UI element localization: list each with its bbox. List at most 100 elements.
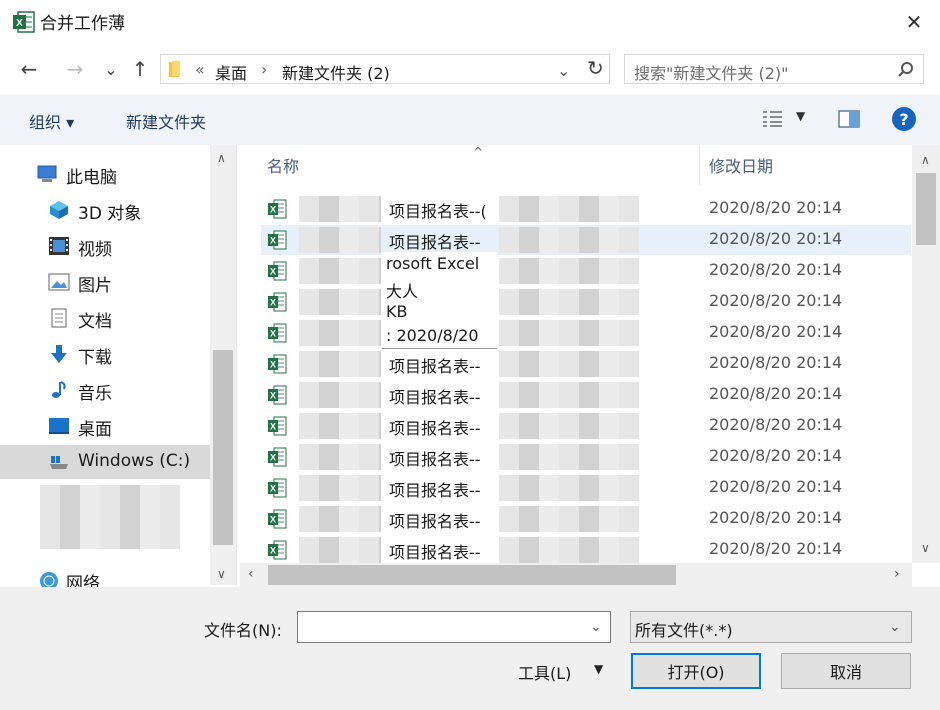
search-icon[interactable] [897, 61, 915, 79]
sidebar-item-label: 文档 [78, 312, 112, 332]
file-modified-date: 2020/8/20 20:14 [709, 322, 843, 341]
scroll-left-icon[interactable]: ‹ [248, 566, 254, 582]
network-icon [40, 572, 58, 587]
file-list-vertical-scrollbar[interactable]: ∧ ∨ [912, 145, 940, 563]
sidebar-item-downloads[interactable]: 下载 [0, 337, 210, 371]
file-row[interactable]: X 项目报名表-- 2020/8/20 20:14 [261, 535, 911, 563]
breadcrumb-separator[interactable]: › [261, 60, 267, 79]
file-modified-date: 2020/8/20 20:14 [709, 446, 843, 465]
scroll-up-icon[interactable]: ∧ [217, 151, 226, 165]
file-row[interactable]: X 项目报名表-- 2020/8/20 20:14 [261, 225, 911, 255]
sidebar-item-3d-objects[interactable]: 3D 对象 [0, 193, 210, 227]
sidebar-item-network[interactable]: 网络 [0, 563, 210, 587]
file-name: 项目报名表--( [389, 202, 487, 221]
chevron-down-icon[interactable]: ⌄ [889, 619, 901, 635]
close-button[interactable]: ✕ [892, 4, 936, 40]
file-type-value: 所有文件(*.*) [635, 621, 733, 640]
scroll-right-icon[interactable]: › [894, 566, 900, 582]
file-modified-date: 2020/8/20 20:14 [709, 198, 843, 217]
column-divider[interactable] [699, 145, 700, 185]
view-dropdown-icon[interactable]: ▼ [796, 109, 805, 123]
svg-text:X: X [270, 391, 276, 401]
scrollbar-thumb[interactable] [213, 350, 233, 545]
back-button[interactable]: ← [14, 54, 44, 84]
file-name: 项目报名表-- [389, 388, 481, 407]
breadcrumb-current-folder[interactable]: 新建文件夹 (2) [282, 60, 390, 84]
sidebar-item-music[interactable]: 音乐 [0, 373, 210, 407]
file-row[interactable]: X 2020/8/20 20:14 [261, 287, 911, 317]
file-row[interactable]: X 项目报名表-- 2020/8/20 20:14 [261, 442, 911, 472]
file-row[interactable]: X 项目报名表-- 2020/8/20 20:14 [261, 349, 911, 379]
column-header-name[interactable]: 名称 [267, 153, 299, 177]
file-row[interactable]: X 项目报名表-- 2020/8/20 20:14 [261, 411, 911, 441]
sidebar-item-desktop[interactable]: 桌面 [0, 409, 210, 443]
file-modified-date: 2020/8/20 20:14 [709, 260, 843, 279]
redacted-name-prefix [299, 196, 381, 222]
sidebar-item-documents[interactable]: 文档 [0, 301, 210, 335]
sidebar-item-windows-c[interactable]: Windows (C:) [0, 445, 210, 479]
file-modified-date: 2020/8/20 20:14 [709, 353, 843, 372]
column-header-modified[interactable]: 修改日期 [709, 153, 773, 177]
excel-file-icon: X [267, 416, 287, 436]
up-arrow-icon: ↑ [131, 57, 149, 81]
help-icon[interactable]: ? [892, 107, 916, 131]
scroll-down-icon[interactable]: ∨ [217, 567, 226, 581]
sidebar-item-pictures[interactable]: 图片 [0, 265, 210, 299]
scrollbar-thumb[interactable] [916, 173, 936, 245]
drive-icon [50, 456, 68, 469]
file-row[interactable]: X 项目报名表-- 2020/8/20 20:14 [261, 473, 911, 503]
search-placeholder[interactable]: 搜索"新建文件夹 (2)" [634, 60, 788, 84]
file-name: 项目报名表-- [389, 481, 481, 500]
view-options-icon[interactable] [762, 110, 784, 128]
redacted-name-suffix [499, 382, 639, 408]
file-type-select[interactable]: 所有文件(*.*) ⌄ [630, 611, 912, 643]
address-history-chevron-icon[interactable]: ⌄ [557, 61, 570, 80]
excel-file-icon: X [267, 292, 287, 312]
redacted-name-suffix [499, 506, 639, 532]
redacted-name-suffix [499, 537, 639, 563]
tools-dropdown-icon[interactable]: ▼ [594, 662, 603, 676]
scroll-up-icon[interactable]: ∧ [921, 153, 930, 167]
file-row[interactable]: X 2020/8/20 20:14 [261, 256, 911, 286]
tools-menu[interactable]: 工具(L) [518, 660, 571, 684]
open-button[interactable]: 打开(O) [631, 653, 761, 689]
close-icon: ✕ [905, 10, 923, 34]
up-button[interactable]: ↑ [125, 54, 155, 84]
scroll-down-icon[interactable]: ∨ [921, 541, 930, 555]
redacted-name-suffix [499, 320, 639, 346]
sidebar-item-label: Windows (C:) [78, 451, 191, 471]
folder-icon [169, 61, 180, 77]
new-folder-button[interactable]: 新建文件夹 [126, 109, 206, 133]
preview-pane-icon[interactable] [838, 109, 860, 129]
file-list: 名称 ^ 修改日期 X 项目报名表--(2020/8/20 20:14 X 项目报名表… [237, 145, 912, 563]
cancel-button[interactable]: 取消 [781, 653, 911, 689]
file-modified-date: 2020/8/20 20:14 [709, 229, 843, 248]
navigation-pane-scrollbar[interactable]: ∧ ∨ [210, 145, 236, 585]
forward-button[interactable]: → [60, 54, 90, 84]
redacted-name-suffix [499, 413, 639, 439]
file-row[interactable]: X 项目报名表-- 2020/8/20 20:14 [261, 380, 911, 410]
file-modified-date: 2020/8/20 20:14 [709, 539, 843, 558]
file-row[interactable]: X 项目报名表-- 2020/8/20 20:14 [261, 504, 911, 534]
file-list-horizontal-scrollbar[interactable]: ‹ › [240, 563, 912, 587]
file-row[interactable]: X 项目报名表--(2020/8/20 20:14 [261, 194, 911, 224]
breadcrumb-overflow[interactable]: « [195, 60, 205, 79]
scrollbar-thumb[interactable] [268, 565, 676, 585]
sidebar-item-label: 音乐 [78, 384, 112, 404]
sidebar-item-videos[interactable]: 视频 [0, 229, 210, 263]
excel-file-icon: X [267, 509, 287, 529]
organize-menu[interactable]: 组织 ▾ [29, 109, 74, 133]
address-bar[interactable]: « 桌面 › 新建文件夹 (2) ⌄ ↻ [160, 54, 610, 84]
breadcrumb-desktop[interactable]: 桌面 [215, 60, 247, 84]
filename-history-chevron-icon[interactable]: ⌄ [590, 619, 602, 635]
sidebar-item-this-pc[interactable]: 此电脑 [0, 157, 210, 191]
file-name: 项目报名表-- [389, 512, 481, 531]
video-icon [49, 237, 69, 255]
refresh-icon[interactable]: ↻ [587, 56, 604, 80]
file-row[interactable]: X 2020/8/20 20:14 [261, 318, 911, 348]
filename-input[interactable]: ⌄ [297, 611, 611, 643]
recent-locations-button[interactable]: ⌄ [96, 54, 126, 84]
filename-label: 文件名(N): [204, 621, 282, 640]
file-name: 项目报名表-- [389, 450, 481, 469]
search-box[interactable]: 搜索"新建文件夹 (2)" [624, 54, 924, 84]
